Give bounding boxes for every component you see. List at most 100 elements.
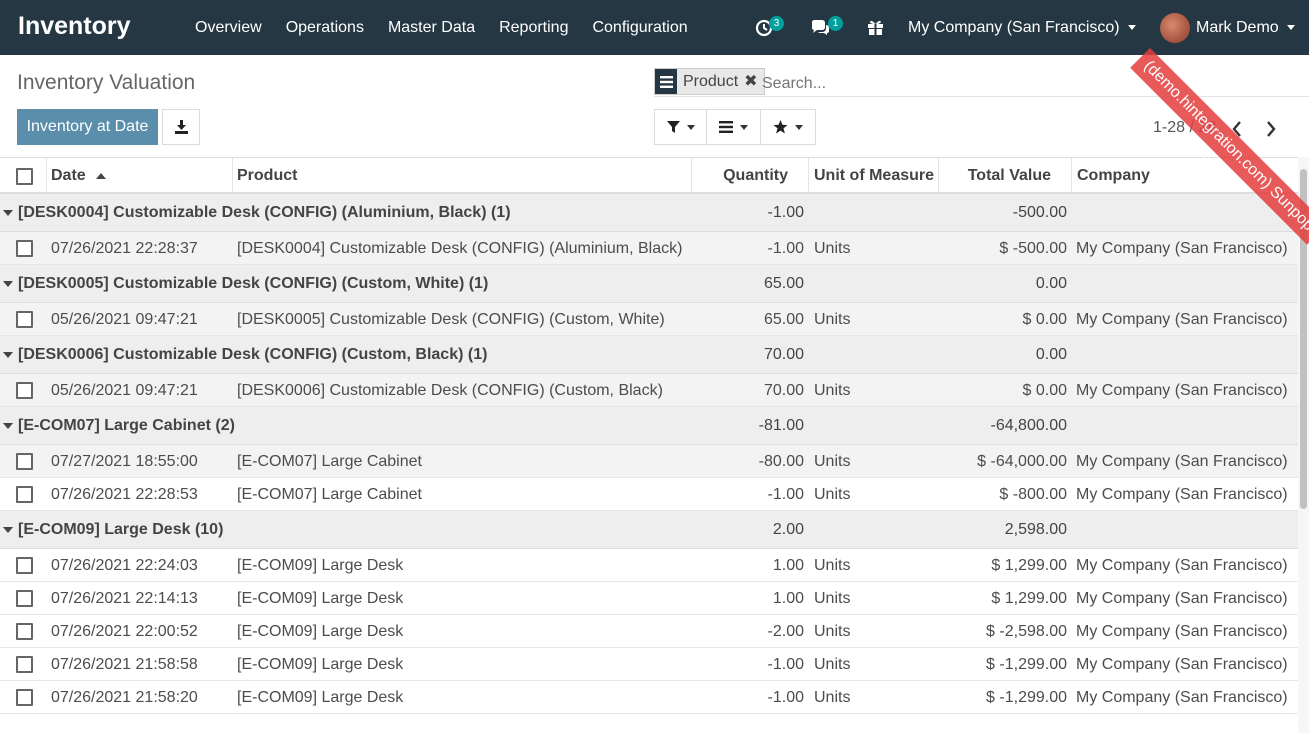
- table-row[interactable]: 05/26/2021 09:47:21 [DESK0005] Customizab…: [0, 303, 1298, 336]
- cell-total-value: $ -800.00: [999, 486, 1067, 503]
- search-input[interactable]: [762, 75, 1062, 93]
- row-checkbox[interactable]: [16, 689, 33, 706]
- cell-uom: Units: [814, 590, 851, 607]
- cell-date: 07/26/2021 22:28:53: [51, 486, 198, 503]
- group-total-value: 0.00: [1035, 275, 1067, 292]
- chevron-down-icon: [1286, 25, 1295, 31]
- user-menu[interactable]: Mark Demo: [1196, 19, 1295, 37]
- cell-company: My Company (San Francisco): [1076, 689, 1288, 706]
- company-name: My Company (San Francisco): [908, 19, 1120, 36]
- filters-button[interactable]: [654, 109, 707, 145]
- group-row[interactable]: [DESK0006] Customizable Desk (CONFIG) (C…: [0, 336, 1298, 374]
- search-bar: Product ✖: [654, 67, 1309, 97]
- cell-product: [E-COM07] Large Cabinet: [237, 486, 422, 503]
- table-row[interactable]: 07/26/2021 21:58:58 [E-COM09] Large Desk -…: [0, 648, 1298, 681]
- download-button[interactable]: [162, 109, 200, 145]
- sort-up-icon: [96, 172, 107, 179]
- cell-company: My Company (San Francisco): [1076, 453, 1288, 470]
- cell-date: 07/26/2021 21:58:20: [51, 689, 198, 706]
- cell-date: 05/26/2021 09:47:21: [51, 311, 198, 328]
- column-quantity[interactable]: Quantity: [700, 158, 788, 193]
- table-row[interactable]: 07/26/2021 21:58:20 [E-COM09] Large Desk -…: [0, 681, 1298, 714]
- chat-icon: [812, 20, 829, 35]
- table-row[interactable]: 07/26/2021 22:28:53 [E-COM07] Large Cabin…: [0, 478, 1298, 511]
- column-uom[interactable]: Unit of Measure: [814, 158, 934, 193]
- column-total-value[interactable]: Total Value: [944, 158, 1051, 193]
- activity-badge: 3: [769, 16, 784, 31]
- favorites-button[interactable]: [760, 109, 816, 145]
- table-row[interactable]: 07/26/2021 22:24:03 [E-COM09] Large Desk 1…: [0, 549, 1298, 582]
- row-checkbox[interactable]: [16, 656, 33, 673]
- cell-uom: Units: [814, 486, 851, 503]
- column-date[interactable]: Date: [51, 158, 107, 193]
- cell-quantity: -1.00: [767, 689, 804, 706]
- cell-date: 07/26/2021 21:58:58: [51, 656, 198, 673]
- facet-label: Product: [683, 73, 739, 90]
- cell-company: My Company (San Francisco): [1076, 590, 1288, 607]
- row-checkbox[interactable]: [16, 557, 33, 574]
- cell-company: My Company (San Francisco): [1076, 382, 1288, 399]
- cell-total-value: $ -2,598.00: [986, 623, 1067, 640]
- row-checkbox[interactable]: [16, 382, 33, 399]
- app-brand[interactable]: Inventory: [18, 12, 131, 41]
- company-switcher[interactable]: My Company (San Francisco): [908, 19, 1136, 37]
- cell-quantity: 70.00: [763, 382, 804, 399]
- cell-total-value: $ -500.00: [999, 240, 1067, 257]
- menu-overview[interactable]: Overview: [195, 19, 262, 37]
- menu-configuration[interactable]: Configuration: [592, 19, 687, 37]
- top-navbar: Inventory Overview Operations Master Dat…: [0, 0, 1309, 55]
- cell-quantity: 65.00: [763, 311, 804, 328]
- cell-company: My Company (San Francisco): [1076, 623, 1288, 640]
- menu-reporting[interactable]: Reporting: [499, 19, 568, 37]
- avatar[interactable]: [1160, 13, 1190, 43]
- row-checkbox[interactable]: [16, 453, 33, 470]
- cell-quantity: 1.00: [772, 557, 804, 574]
- select-all-checkbox[interactable]: [16, 168, 33, 185]
- menu-master-data[interactable]: Master Data: [388, 19, 475, 37]
- cell-total-value: $ 0.00: [1022, 311, 1067, 328]
- table-row[interactable]: 07/26/2021 22:28:37 [DESK0004] Customizab…: [0, 232, 1298, 265]
- table-row[interactable]: 07/26/2021 22:14:13 [E-COM09] Large Desk 1…: [0, 582, 1298, 615]
- menu-operations[interactable]: Operations: [286, 19, 364, 37]
- gift-icon: [868, 20, 883, 35]
- main-menu: Overview Operations Master Data Reportin…: [195, 0, 712, 55]
- row-checkbox[interactable]: [16, 590, 33, 607]
- caret-down-icon: [3, 527, 13, 533]
- group-label: [E-COM09] Large Desk (10): [18, 521, 224, 538]
- pager-next[interactable]: [1266, 117, 1276, 143]
- table-row[interactable]: 07/26/2021 22:00:52 [E-COM09] Large Desk -…: [0, 615, 1298, 648]
- inventory-at-date-button[interactable]: Inventory at Date: [17, 109, 158, 145]
- column-product[interactable]: Product: [237, 158, 297, 193]
- gift-button[interactable]: [867, 18, 887, 38]
- star-icon: [773, 120, 788, 134]
- group-label: [DESK0006] Customizable Desk (CONFIG) (C…: [18, 346, 488, 363]
- user-name: Mark Demo: [1196, 19, 1279, 36]
- row-checkbox[interactable]: [16, 240, 33, 257]
- close-icon[interactable]: ✖: [744, 69, 757, 94]
- row-checkbox[interactable]: [16, 623, 33, 640]
- cell-total-value: $ 1,299.00: [991, 557, 1067, 574]
- list-icon: [719, 121, 733, 133]
- group-row[interactable]: [E-COM07] Large Cabinet (2) -81.00 -64,800…: [0, 407, 1298, 445]
- row-checkbox[interactable]: [16, 486, 33, 503]
- table-row[interactable]: 07/27/2021 18:55:00 [E-COM07] Large Cabin…: [0, 445, 1298, 478]
- cell-uom: Units: [814, 557, 851, 574]
- column-company[interactable]: Company: [1077, 158, 1150, 193]
- filter-icon: [666, 121, 680, 133]
- group-quantity: -1.00: [767, 204, 804, 221]
- cell-uom: Units: [814, 453, 851, 470]
- group-row[interactable]: [E-COM09] Large Desk (10) 2.00 2,598.00: [0, 511, 1298, 549]
- group-by-button[interactable]: [706, 109, 761, 145]
- row-checkbox[interactable]: [16, 311, 33, 328]
- caret-down-icon: [3, 281, 13, 287]
- group-label: [DESK0004] Customizable Desk (CONFIG) (A…: [18, 204, 511, 221]
- group-row[interactable]: [DESK0004] Customizable Desk (CONFIG) (A…: [0, 194, 1298, 232]
- cell-date: 05/26/2021 09:47:21: [51, 382, 198, 399]
- group-total-value: -500.00: [1012, 204, 1067, 221]
- cell-uom: Units: [814, 689, 851, 706]
- group-row[interactable]: [DESK0005] Customizable Desk (CONFIG) (C…: [0, 265, 1298, 303]
- cell-date: 07/26/2021 22:28:37: [51, 240, 198, 257]
- chevron-right-icon: [1267, 121, 1276, 137]
- search-facet[interactable]: Product ✖: [654, 68, 765, 95]
- table-row[interactable]: 05/26/2021 09:47:21 [DESK0006] Customizab…: [0, 374, 1298, 407]
